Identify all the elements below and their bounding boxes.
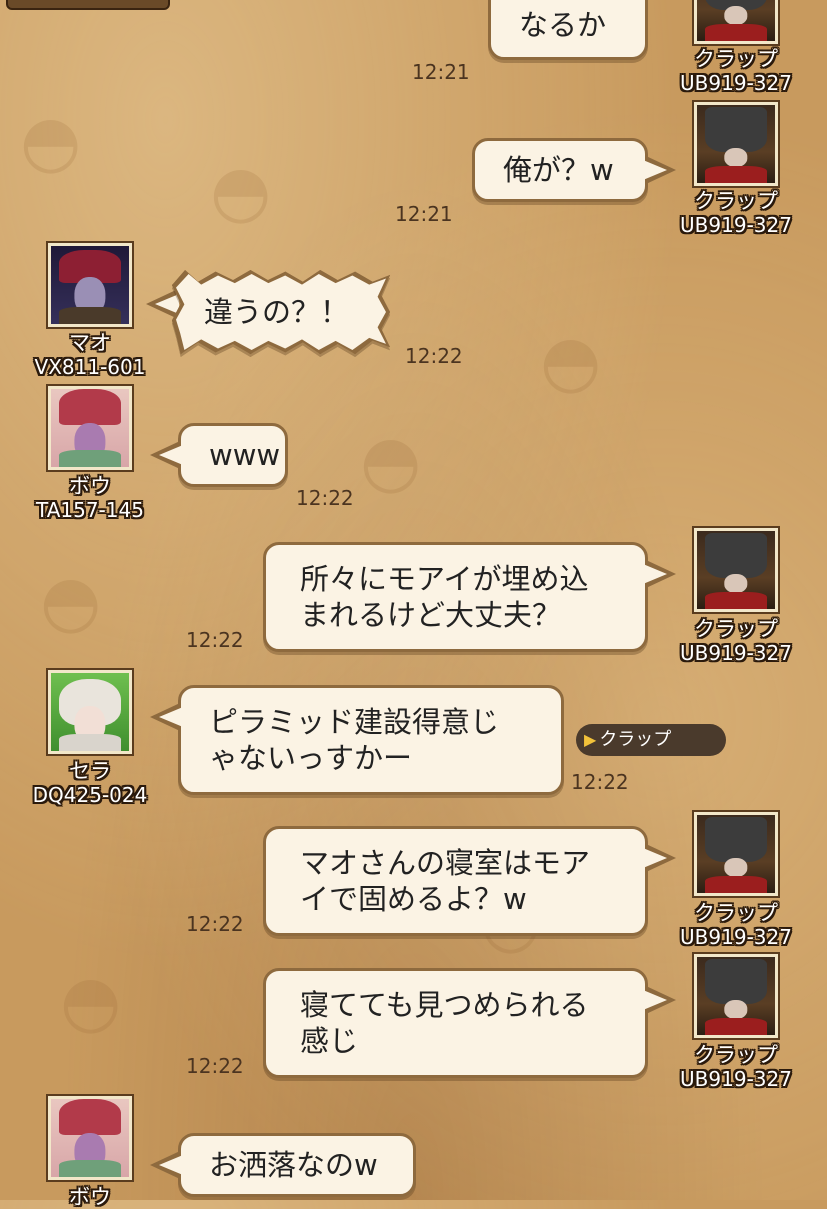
- message-bubble: 所々にモアイが埋め込 まれるけど大丈夫？: [263, 542, 648, 652]
- sender-name: セラ: [69, 759, 111, 783]
- message-bubble: 寝てても見つめられる 感じ: [263, 968, 648, 1078]
- avatar-hat: [58, 1099, 122, 1135]
- bubble-tail: [643, 986, 676, 1014]
- slime-watermark-icon: ◓: [540, 320, 602, 402]
- message-text: なるか: [519, 8, 607, 42]
- avatar-hat: [704, 107, 768, 153]
- message-time: 12:22: [571, 770, 629, 794]
- avatar-body: [704, 23, 768, 41]
- slime-watermark-icon: ◓: [210, 150, 272, 232]
- sender-name: クラップ: [694, 1043, 778, 1067]
- sender-id: UB919-327: [680, 641, 792, 665]
- message-bubble: マオさんの寝室はモア イで固めるよ？w: [263, 826, 648, 936]
- avatar-face: [724, 147, 748, 167]
- message-text: お洒落なのw: [209, 1148, 378, 1182]
- message-bubble-inner: 違うの？！: [176, 274, 386, 350]
- message-text-line1: 所々にモアイが埋め込: [300, 562, 589, 596]
- sender-id: UB919-327: [680, 213, 792, 237]
- sender-id: TA157-145: [36, 498, 144, 522]
- avatar-hat: [58, 389, 122, 425]
- message-time: 12:21: [395, 202, 453, 226]
- message-bubble: ピラミッド建設得意じ ゃないっすかー: [178, 685, 564, 795]
- avatar-face: [724, 999, 748, 1019]
- message-text-line2: まれるけど大丈夫？: [300, 598, 562, 632]
- message-bubble: お洒落なのw: [178, 1133, 416, 1197]
- message-time: 12:21: [412, 60, 470, 84]
- slime-watermark-icon: ◓: [360, 420, 422, 502]
- sender-name: クラップ: [694, 189, 778, 213]
- avatar-hat: [704, 959, 768, 1005]
- message-text-line1: ピラミッド建設得意じ: [209, 705, 500, 739]
- mention-tag[interactable]: ▶ クラップ: [576, 724, 726, 756]
- message-text-line2: ゃないっすかー: [209, 741, 413, 775]
- shout-bubble-wrap: 違うの？！: [172, 270, 390, 354]
- slime-watermark-icon: ◓: [20, 100, 82, 182]
- message-text: 俺が？w: [503, 153, 614, 187]
- avatar-bou[interactable]: [48, 1096, 132, 1180]
- bubble-tail: [643, 560, 676, 588]
- avatar-clap[interactable]: [694, 812, 778, 896]
- message-time: 12:22: [296, 486, 354, 510]
- sender-name: ボウ: [69, 474, 111, 498]
- avatar-clap[interactable]: [694, 528, 778, 612]
- sender-name: マオ: [69, 331, 111, 355]
- sender-name: クラップ: [694, 47, 778, 71]
- avatar-body: [58, 733, 122, 751]
- avatar-face: [724, 5, 748, 25]
- sender-name: クラップ: [694, 617, 778, 641]
- avatar-body: [704, 165, 768, 183]
- top-menu-button[interactable]: [6, 0, 170, 10]
- message-time: 12:22: [186, 628, 244, 652]
- message-text-line2: 感じ: [300, 1024, 359, 1058]
- message-text-line1: マオさんの寝室はモア: [300, 846, 591, 880]
- message-text-line2: イで固めるよ？w: [300, 882, 527, 916]
- message-bubble: 俺が？w: [472, 138, 648, 202]
- message-text: www: [209, 438, 281, 472]
- bubble-tail: [150, 1151, 183, 1179]
- message-bubble: なるか: [488, 0, 648, 60]
- sender-name: ボウ: [69, 1185, 111, 1209]
- avatar-hat: [704, 817, 768, 863]
- message-time: 12:22: [186, 1054, 244, 1078]
- message-text-line1: 寝てても見つめられる: [300, 988, 589, 1022]
- avatar-clap[interactable]: [694, 0, 778, 44]
- sender-id: UB919-327: [680, 925, 792, 949]
- bubble-tail: [643, 156, 676, 184]
- sender-id: VX811-601: [34, 355, 146, 379]
- play-triangle-icon: ▶: [584, 730, 597, 749]
- message-time: 12:22: [186, 912, 244, 936]
- slime-watermark-icon: ◓: [40, 560, 102, 642]
- bubble-tail: [643, 844, 676, 872]
- avatar-sera[interactable]: [48, 670, 132, 754]
- avatar-body: [58, 1159, 122, 1177]
- avatar-face: [724, 573, 748, 593]
- sender-id: UB919-327: [680, 71, 792, 95]
- avatar-clap[interactable]: [694, 954, 778, 1038]
- mention-name: クラップ: [599, 729, 672, 750]
- sender-id: DQ425-024: [32, 783, 148, 807]
- sender-id: UB919-327: [680, 1067, 792, 1091]
- bubble-tail: [150, 441, 183, 469]
- avatar-bou[interactable]: [48, 386, 132, 470]
- avatar-body: [704, 875, 768, 893]
- message-text: 違うの？！: [204, 295, 350, 329]
- sender-name: クラップ: [694, 901, 778, 925]
- avatar-body: [58, 449, 122, 467]
- avatar-body: [58, 306, 122, 324]
- avatar-body: [704, 591, 768, 609]
- message-bubble: www: [178, 423, 288, 487]
- slime-watermark-icon: ◓: [60, 960, 122, 1042]
- avatar-hat: [704, 533, 768, 579]
- avatar-clap[interactable]: [694, 102, 778, 186]
- avatar-mao[interactable]: [48, 243, 132, 327]
- avatar-face: [724, 857, 748, 877]
- avatar-body: [704, 1017, 768, 1035]
- message-time: 12:22: [405, 344, 463, 368]
- bubble-tail: [150, 703, 183, 731]
